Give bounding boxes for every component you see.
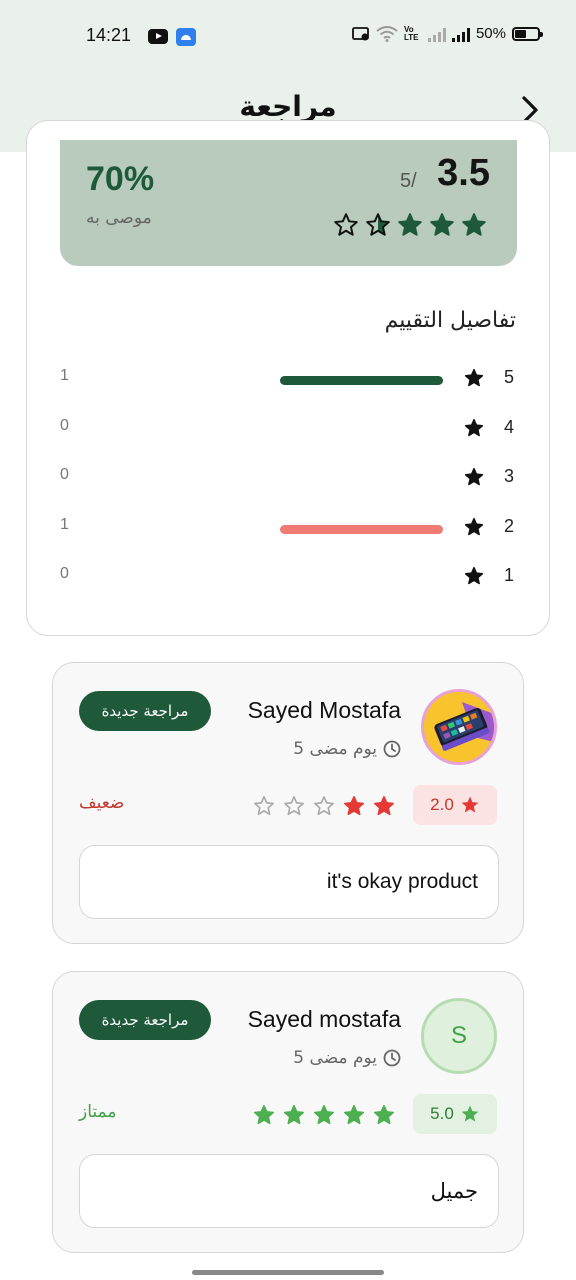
android-icon (176, 28, 196, 46)
review-time-text: 5 يوم مضى (293, 1048, 377, 1068)
star-icon (461, 796, 479, 813)
signal-icon-2 (451, 26, 470, 42)
star-filled-icon (284, 1105, 304, 1125)
review-card: Sayed Mostafa 5 يوم مضى مراجعة جديدة 2.0… (52, 662, 524, 944)
distribution-row: 30 (60, 464, 516, 494)
reviewer-name: Sayed mostafa (247, 1006, 401, 1032)
signal-icon (427, 26, 446, 42)
star-icon (464, 418, 484, 437)
star-filled-icon (462, 213, 486, 236)
status-bar: 14:21 Vo LTE 50% (0, 0, 576, 72)
home-indicator[interactable] (192, 1270, 384, 1275)
average-rating: 3.5 (437, 152, 490, 194)
star-filled-icon (398, 213, 422, 236)
review-time: 5 يوم مضى (293, 739, 401, 759)
review-rating-value: 5.0 (430, 1104, 454, 1123)
reviewer-name: Sayed Mostafa (247, 697, 401, 723)
distribution-row: 51 (60, 365, 516, 395)
phone-image (424, 692, 494, 762)
avatar: S (421, 998, 497, 1074)
clock-icon (383, 740, 401, 758)
distribution-star-level: 1 (503, 565, 514, 585)
star-icon (464, 368, 484, 387)
distribution-bar (280, 525, 443, 534)
distribution-star-level: 2 (503, 516, 514, 536)
distribution-count: 0 (60, 417, 69, 434)
distribution-star-level: 4 (503, 417, 514, 437)
star-outline-icon (254, 796, 274, 816)
star-filled-icon (314, 1105, 334, 1125)
star-filled-icon (374, 1105, 394, 1125)
star-outline-icon (284, 796, 304, 816)
review-comment: it's okay product (79, 845, 499, 919)
star-icon (464, 566, 484, 585)
distribution-star-level: 5 (503, 367, 514, 387)
battery-percent: 50% (475, 25, 506, 42)
distribution-star-level: 3 (503, 466, 514, 486)
review-stars (253, 795, 395, 817)
status-icons: Vo LTE 50% (352, 24, 543, 42)
review-stars (253, 1104, 395, 1126)
avatar-letter: S (450, 1022, 467, 1049)
review-rating-pill: 2.0 (413, 785, 497, 825)
review-quality: ضعيف (79, 793, 125, 813)
star-icon (464, 467, 484, 486)
review-quality: ممتاز (79, 1102, 117, 1122)
star-filled-icon (254, 1105, 274, 1125)
max-rating: 5/ (400, 170, 417, 192)
distribution-bar (280, 376, 443, 385)
distribution-count: 0 (60, 466, 69, 483)
star-half-icon (366, 213, 390, 236)
distribution-count: 1 (60, 367, 69, 384)
star-icon (461, 1105, 479, 1122)
screen-record-icon (352, 26, 369, 40)
review-time: 5 يوم مضى (293, 1048, 401, 1068)
recommend-label: موصى به (86, 208, 152, 228)
wifi-icon (376, 25, 398, 42)
status-time: 14:21 (86, 25, 132, 45)
star-outline-icon (314, 796, 334, 816)
review-card: S Sayed mostafa 5 يوم مضى مراجعة جديدة 5… (52, 971, 524, 1253)
distribution-count: 0 (60, 565, 69, 582)
review-comment: جميل (79, 1154, 499, 1228)
distribution-row: 40 (60, 415, 516, 445)
new-review-badge: مراجعة جديدة (79, 691, 211, 731)
battery-icon (512, 26, 543, 41)
star-filled-icon (374, 796, 394, 816)
rating-details-title: تفاصيل التقييم (384, 308, 516, 333)
distribution-row: 21 (60, 514, 516, 544)
new-review-badge: مراجعة جديدة (79, 1000, 211, 1040)
review-rating-pill: 5.0 (413, 1094, 497, 1134)
review-time-text: 5 يوم مضى (293, 739, 377, 759)
youtube-icon (148, 29, 168, 44)
average-stars (333, 212, 487, 238)
recommend-percent: 70% (86, 160, 155, 198)
review-rating-value: 2.0 (430, 795, 454, 814)
distribution-count: 1 (60, 516, 69, 533)
clock-icon (383, 1049, 401, 1067)
star-outline-icon (334, 213, 358, 236)
distribution-row: 10 (60, 563, 516, 593)
avatar (421, 689, 497, 765)
star-filled-icon (344, 1105, 364, 1125)
volte-icon: Vo LTE (403, 24, 419, 42)
star-filled-icon (430, 213, 454, 236)
star-icon (464, 517, 484, 536)
star-filled-icon (344, 796, 364, 816)
page-title: مراجعة (239, 90, 337, 123)
